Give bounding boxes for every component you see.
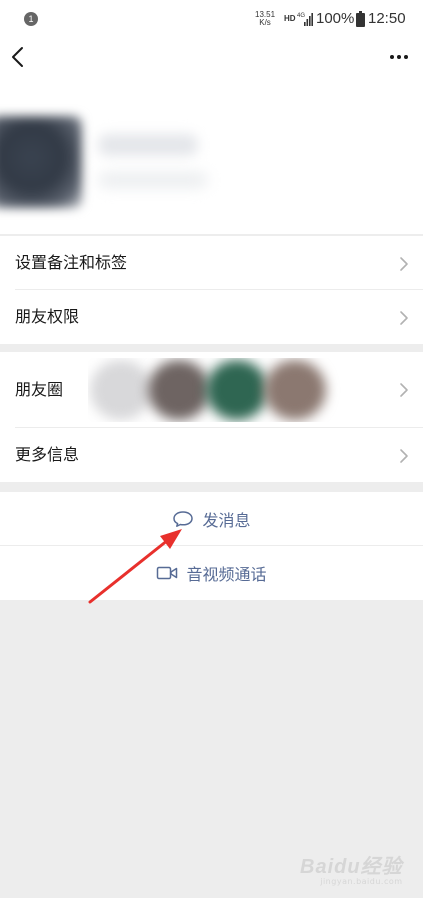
- remark-tags-row[interactable]: 设置备注和标签: [0, 236, 423, 290]
- battery-icon: [356, 11, 365, 27]
- watermark-url: jingyan.baidu.com: [320, 877, 403, 886]
- action-group: 发消息 音视频通话: [0, 492, 423, 600]
- moment-thumbnail: [148, 360, 210, 420]
- profile-card: [0, 78, 423, 234]
- battery-percent: 100%: [316, 10, 355, 27]
- moment-thumbnail: [90, 360, 152, 420]
- more-info-row[interactable]: 更多信息: [0, 428, 423, 482]
- hd-badge: HD: [284, 14, 296, 23]
- video-call-label: 音视频通话: [186, 565, 267, 584]
- watermark: Baidu经验 jingyan.baidu.com: [300, 850, 403, 886]
- clock: 12:50: [368, 10, 406, 27]
- network-speed-unit: K/s: [259, 18, 271, 27]
- signal-icon: 4G: [297, 13, 313, 26]
- moments-row[interactable]: 朋友圈: [0, 352, 423, 428]
- status-bar: 1 13.51 K/s HD 4G 100% 12:50: [0, 0, 423, 38]
- chevron-right-icon: [400, 257, 408, 271]
- moment-thumbnail: [264, 360, 326, 420]
- video-camera-icon: [157, 566, 178, 580]
- chevron-right-icon: [400, 311, 408, 325]
- ellipsis-icon: [390, 55, 408, 59]
- profile-info-blurred: [98, 172, 208, 188]
- chevron-right-icon: [400, 449, 408, 463]
- avatar[interactable]: [0, 116, 82, 208]
- moments-preview: [88, 358, 352, 422]
- moment-thumbnail: [206, 360, 268, 420]
- friend-permissions-label: 朋友权限: [15, 307, 80, 326]
- moments-label: 朋友圈: [15, 380, 64, 399]
- chevron-right-icon: [400, 383, 408, 397]
- profile-name-blurred: [98, 134, 198, 156]
- menu-group-profile: 朋友圈 更多信息: [0, 352, 423, 482]
- video-call-button[interactable]: 音视频通话: [0, 546, 423, 600]
- more-button[interactable]: [387, 46, 411, 68]
- chevron-left-icon: [12, 47, 23, 67]
- notification-badge: 1: [24, 12, 38, 26]
- watermark-brand: Baidu经验: [300, 856, 403, 878]
- chat-bubble-icon: [173, 511, 194, 527]
- friend-permissions-row[interactable]: 朋友权限: [0, 290, 423, 344]
- network-speed: 13.51 K/s: [255, 11, 275, 27]
- remark-tags-label: 设置备注和标签: [15, 253, 128, 272]
- send-message-button[interactable]: 发消息: [0, 492, 423, 546]
- signal-label: 4G: [297, 13, 305, 19]
- back-button[interactable]: [8, 44, 30, 70]
- more-info-label: 更多信息: [15, 445, 80, 464]
- nav-bar: [0, 38, 423, 78]
- send-message-label: 发消息: [202, 511, 251, 530]
- menu-group-settings: 设置备注和标签 朋友权限: [0, 236, 423, 344]
